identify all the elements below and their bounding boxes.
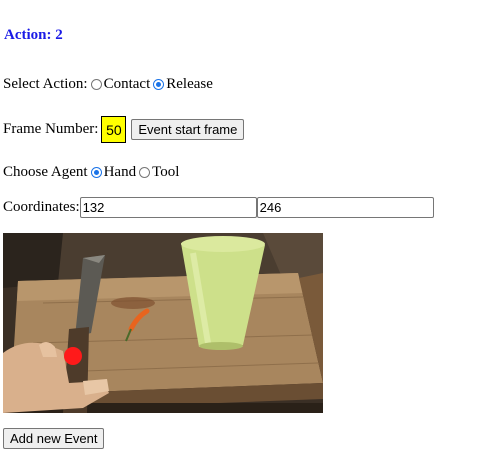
coordinate-x-input[interactable]: 132 (79, 197, 257, 218)
tool-radio-label[interactable]: Tool (152, 164, 179, 181)
tool-radio[interactable] (139, 167, 151, 178)
video-frame-image[interactable] (3, 233, 323, 413)
select-action-label: Select Action: (3, 76, 88, 92)
coordinates-label: Coordinates: (3, 199, 80, 215)
add-new-event-button[interactable]: Add new Event (3, 428, 105, 449)
frame-number-value: 50 (101, 116, 127, 143)
agent-row: Choose Agent Hand Tool (3, 164, 179, 181)
coordinates-row: Coordinates: 132 246 (3, 197, 434, 218)
frame-row: Frame Number: 50 Event start frame (3, 116, 245, 143)
contact-radio-label[interactable]: Contact (104, 76, 151, 93)
coordinate-y-input[interactable]: 246 (256, 197, 434, 218)
contact-radio[interactable] (90, 79, 102, 90)
frame-number-label: Frame Number: (3, 121, 99, 137)
event-start-frame-button[interactable]: Event start frame (131, 119, 245, 140)
release-radio-label[interactable]: Release (166, 76, 213, 93)
hand-radio-label[interactable]: Hand (104, 164, 137, 181)
action-title: Action: 2 (4, 27, 63, 43)
coordinate-marker (64, 347, 82, 365)
choose-agent-label: Choose Agent (3, 164, 88, 180)
hand-radio[interactable] (90, 167, 102, 178)
release-radio[interactable] (153, 79, 165, 90)
select-action-row: Select Action: Contact Release (3, 76, 213, 93)
